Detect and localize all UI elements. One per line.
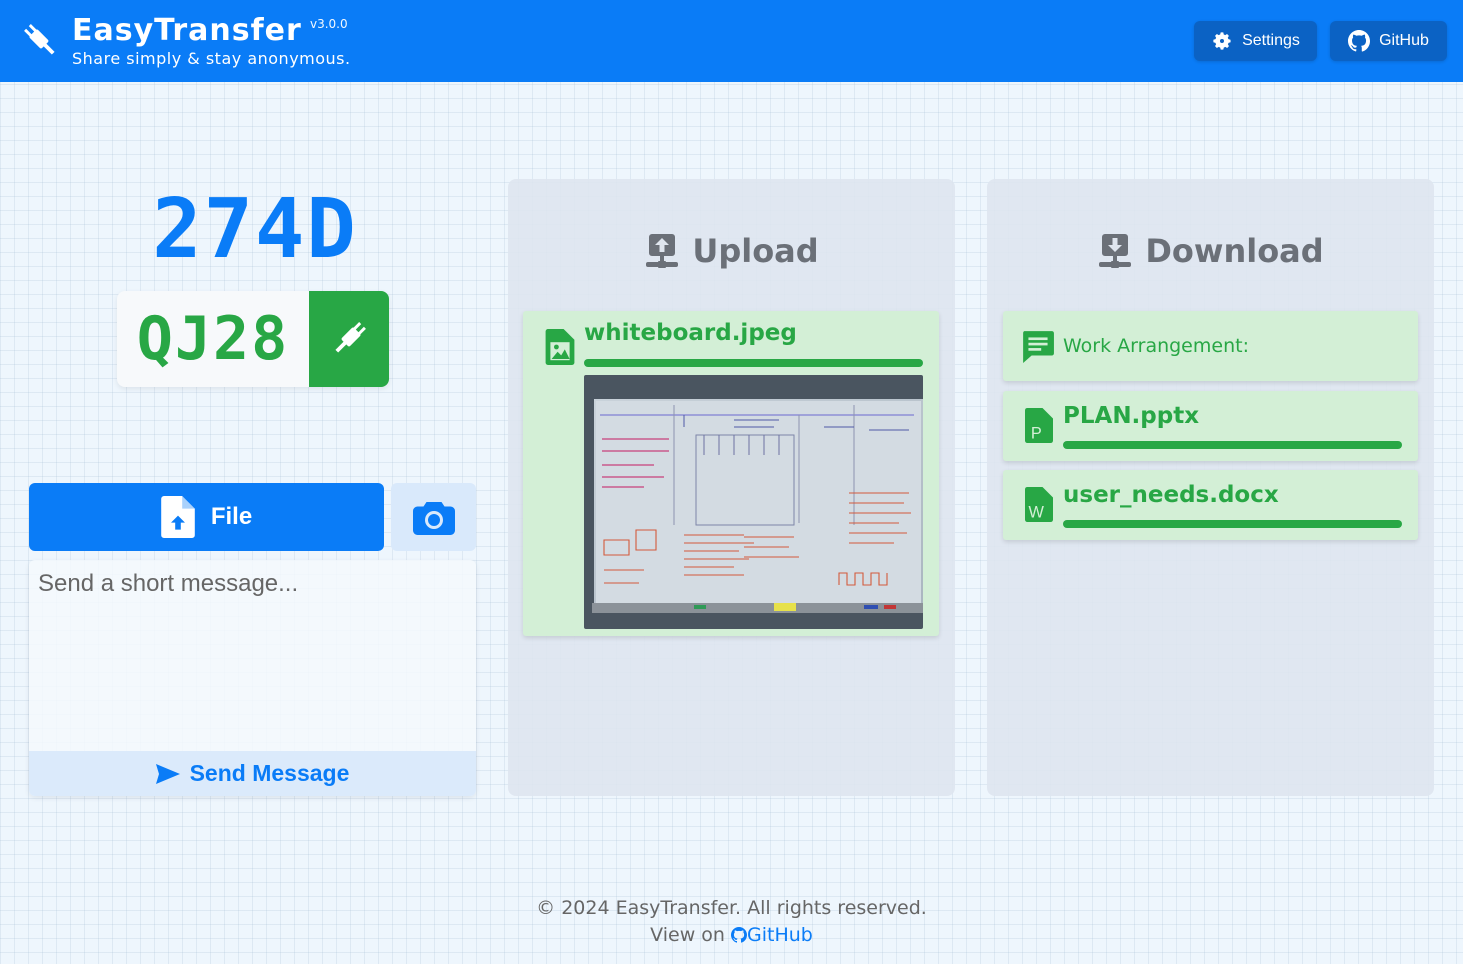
app-header: EasyTransfer v3.0.0 Share simply & stay … <box>0 0 1463 82</box>
whiteboard-image-preview <box>584 375 923 629</box>
send-message-label: Send Message <box>189 760 350 786</box>
footer-github-line: View on GitHub <box>0 922 1463 949</box>
download-icon <box>1099 234 1132 268</box>
peer-code-box: QJ28 <box>117 291 389 387</box>
file-word-icon: W <box>1025 487 1053 522</box>
send-message-button[interactable]: Send Message <box>29 751 476 796</box>
svg-text:W: W <box>1029 503 1045 521</box>
plug-logo-icon <box>24 24 55 55</box>
footer-github-label: GitHub <box>747 924 813 946</box>
upload-title-label: Upload <box>692 232 819 270</box>
download-message-text: Work Arrangement: <box>1063 335 1249 357</box>
message-icon <box>1023 331 1054 363</box>
download-progress-bar <box>1063 520 1402 528</box>
file-image-icon <box>545 329 575 365</box>
message-box: Send Message <box>29 560 476 796</box>
upload-file-name: whiteboard.jpeg <box>584 320 797 346</box>
gear-icon <box>1213 32 1231 50</box>
download-progress-bar <box>1063 441 1402 449</box>
copyright-text: © 2024 EasyTransfer. All rights reserved… <box>536 897 927 919</box>
camera-icon <box>412 502 455 535</box>
brand-title: EasyTransfer <box>72 13 302 48</box>
download-title: Download <box>987 231 1434 271</box>
upload-icon <box>646 234 679 268</box>
send-icon <box>155 763 180 784</box>
file-upload-button[interactable]: File <box>29 483 384 551</box>
github-icon <box>731 927 748 943</box>
download-file-card[interactable]: P PLAN.pptx <box>1003 391 1418 461</box>
version-label: v3.0.0 <box>310 17 348 31</box>
upload-progress-bar <box>584 359 923 367</box>
file-upload-icon <box>161 496 195 538</box>
upload-title: Upload <box>508 231 955 271</box>
settings-label: Settings <box>1242 32 1300 49</box>
github-button[interactable]: GitHub <box>1330 21 1447 61</box>
plug-icon <box>335 322 366 353</box>
footer: © 2024 EasyTransfer. All rights reserved… <box>0 895 1463 949</box>
download-file-name: user_needs.docx <box>1063 482 1279 508</box>
svg-text:P: P <box>1031 424 1042 442</box>
download-title-label: Download <box>1145 232 1324 270</box>
upload-panel: Upload whiteboard.jpeg <box>508 179 955 796</box>
download-file-name: PLAN.pptx <box>1063 403 1200 429</box>
tagline: Share simply & stay anonymous. <box>72 49 351 68</box>
camera-button[interactable] <box>391 483 476 551</box>
download-message-card[interactable]: Work Arrangement: <box>1003 311 1418 381</box>
connect-button[interactable] <box>309 291 389 387</box>
settings-button[interactable]: Settings <box>1194 21 1317 61</box>
file-button-label: File <box>210 503 253 530</box>
file-powerpoint-icon: P <box>1025 408 1053 443</box>
peer-code[interactable]: QJ28 <box>117 291 309 387</box>
view-on-text: View on <box>650 924 725 946</box>
download-file-card[interactable]: W user_needs.docx <box>1003 470 1418 540</box>
github-label: GitHub <box>1379 32 1429 49</box>
download-panel: Download Work Arrangement: P PLAN.pptx W… <box>987 179 1434 796</box>
upload-file-card[interactable]: whiteboard.jpeg <box>523 311 939 636</box>
footer-github-link[interactable]: GitHub <box>731 924 813 946</box>
message-input[interactable] <box>29 560 476 751</box>
connection-code: 274D <box>152 182 358 277</box>
github-icon <box>1348 30 1371 52</box>
